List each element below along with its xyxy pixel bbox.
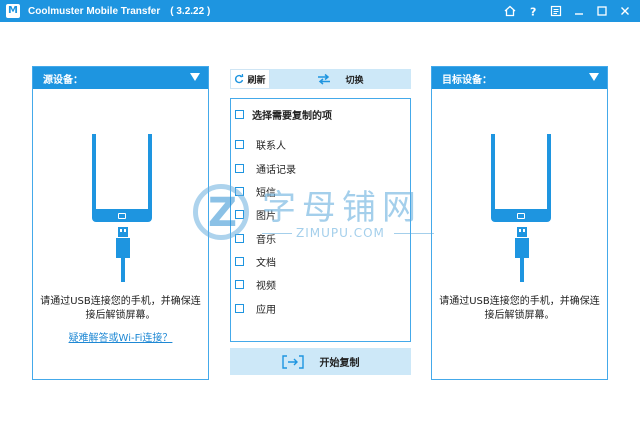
minimize-icon[interactable] (572, 3, 586, 19)
item-checkbox[interactable] (235, 187, 244, 196)
svg-text:?: ? (530, 6, 536, 18)
refresh-icon (235, 74, 244, 84)
source-panel-header: 源设备： (33, 67, 208, 89)
select-all-row[interactable]: 选择需要复制的项 (235, 107, 332, 122)
list-item[interactable]: 图片 (235, 207, 276, 222)
middle-toolbar: 刷新 切换 (230, 69, 411, 89)
app-title: Coolmuster Mobile Transfer (28, 5, 161, 17)
switch-label: 切换 (345, 75, 364, 86)
target-panel-title: 目标设备： (442, 74, 492, 86)
start-copy-label: 开始复制 (319, 358, 360, 369)
list-item[interactable]: 联系人 (235, 137, 286, 152)
refresh-button[interactable]: 刷新 (230, 69, 270, 89)
item-label: 联系人 (256, 141, 286, 152)
target-panel-header: 目标设备： (432, 67, 607, 89)
item-checkbox[interactable] (235, 140, 244, 149)
list-item[interactable]: 短信 (235, 184, 276, 199)
target-dropdown-arrow-icon[interactable] (589, 73, 599, 81)
app-version: ( 3.2.22 ) (170, 5, 211, 17)
app-logo-icon: M (6, 4, 20, 18)
item-checkbox[interactable] (235, 234, 244, 243)
source-panel-title: 源设备： (43, 74, 83, 86)
troubleshoot-link[interactable]: 疑难解答或Wi-Fi连接？ (33, 329, 208, 344)
list-item[interactable]: 音乐 (235, 231, 276, 246)
list-item[interactable]: 文档 (235, 254, 276, 269)
select-all-checkbox[interactable] (235, 110, 244, 119)
switch-button[interactable]: 切换 (270, 69, 411, 89)
item-checkbox[interactable] (235, 164, 244, 173)
feedback-icon[interactable] (549, 3, 563, 19)
target-connect-message: 请通过USB连接您的手机，并确保连接后解锁屏幕。 (439, 296, 600, 321)
source-connect-message: 请通过USB连接您的手机，并确保连接后解锁屏幕。 (40, 296, 201, 321)
start-copy-button[interactable]: 开始复制 (230, 348, 411, 375)
title-bar: M Coolmuster Mobile Transfer ( 3.2.22 ) … (0, 0, 640, 22)
source-dropdown-arrow-icon[interactable] (190, 73, 200, 81)
item-label: 图片 (256, 211, 276, 222)
usb-cable-icon (116, 227, 130, 282)
help-icon[interactable]: ? (526, 3, 540, 19)
source-device-panel: 源设备： 请通过USB连接您的手机，并确保连接后解锁屏幕。 疑难解答或Wi-Fi… (32, 66, 209, 380)
item-label: 音乐 (256, 235, 276, 246)
transfer-icon (281, 354, 304, 369)
target-device-panel: 目标设备： 请通过USB连接您的手机，并确保连接后解锁屏幕。 (431, 66, 608, 380)
item-checkbox[interactable] (235, 257, 244, 266)
swap-arrows-icon (318, 73, 331, 85)
item-label: 短信 (256, 188, 276, 199)
home-icon[interactable] (503, 3, 517, 19)
content-selection-list: 选择需要复制的项 联系人 通话记录 短信 图片 音乐 文档 视频 应用 (230, 98, 411, 342)
item-checkbox[interactable] (235, 304, 244, 313)
maximize-icon[interactable] (595, 3, 609, 19)
list-item[interactable]: 应用 (235, 301, 276, 316)
list-item[interactable]: 视频 (235, 277, 276, 292)
list-header-label: 选择需要复制的项 (252, 111, 332, 122)
item-label: 通话记录 (256, 165, 296, 176)
item-checkbox[interactable] (235, 210, 244, 219)
item-label: 文档 (256, 258, 276, 269)
close-icon[interactable] (618, 3, 632, 19)
refresh-label: 刷新 (247, 75, 266, 86)
item-checkbox[interactable] (235, 280, 244, 289)
item-label: 应用 (256, 305, 276, 316)
item-label: 视频 (256, 281, 276, 292)
list-item[interactable]: 通话记录 (235, 161, 296, 176)
usb-cable-icon (515, 227, 529, 282)
